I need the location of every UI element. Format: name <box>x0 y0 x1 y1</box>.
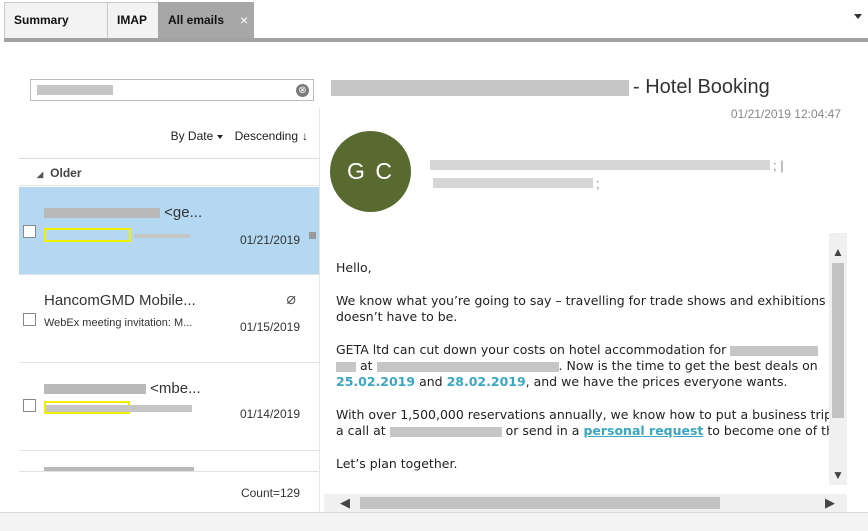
list-item[interactable] <box>19 451 320 472</box>
message-datetime: 01/21/2019 12:04:47 <box>730 107 841 121</box>
personal-request-link[interactable]: personal request <box>583 423 703 438</box>
scroll-thumb[interactable] <box>360 497 720 509</box>
mail-subject: WebEx meeting invitation: M... <box>44 317 193 329</box>
message-count: Count=129 <box>240 486 300 500</box>
body-paragraph: With over 1,500,000 reservations annuall… <box>336 407 847 439</box>
body-line: We know what you’re going to say – trave… <box>336 293 826 308</box>
status-bar <box>0 512 868 531</box>
horizontal-scrollbar[interactable]: ◀ ▶ <box>324 494 847 512</box>
vertical-scrollbar[interactable]: ▲ ▼ <box>829 233 847 485</box>
scroll-up-icon[interactable]: ▲ <box>832 245 844 259</box>
close-icon[interactable]: × <box>240 3 248 37</box>
sender: HancomGMD Mobile... <box>44 292 196 309</box>
tab-imap[interactable]: IMAP <box>107 2 159 38</box>
body-line: doesn’t have to be. <box>336 309 458 324</box>
sender: <ge... <box>44 204 202 221</box>
clear-circle-icon[interactable]: ⊗ <box>296 84 309 97</box>
sender-email-fragment: <mbe... <box>150 380 201 397</box>
list-item[interactable]: HancomGMD Mobile... ⌀ WebEx meeting invi… <box>19 275 320 363</box>
body-text-fragment: , and we have the prices everyone wants. <box>525 374 788 389</box>
body-greeting: Hello, <box>336 260 372 275</box>
body-closing: Let’s plan together. <box>336 456 458 471</box>
cc-separator: ; <box>596 176 600 191</box>
redacted-text <box>331 80 629 96</box>
redacted-text <box>430 160 770 170</box>
tab-label: All emails <box>168 13 225 27</box>
body-line: GETA ltd can cut down your costs on hote… <box>336 342 727 357</box>
redacted-text <box>730 345 819 356</box>
collapse-triangle-icon: ◢ <box>37 170 44 179</box>
mail-date: 01/15/2019 <box>239 320 300 334</box>
sort-by-label: By Date <box>170 129 214 143</box>
body-paragraph: We know what you’re going to say – trave… <box>336 293 847 325</box>
select-checkbox[interactable] <box>23 313 36 326</box>
list-item[interactable]: <mbe... 01/14/2019 <box>19 363 320 451</box>
redacted-text <box>37 85 113 95</box>
redacted-text <box>336 361 356 372</box>
tab-bar: Summary view IMAP All emails × <box>0 0 868 61</box>
caret-down-icon <box>217 134 224 139</box>
message-subject: - Hotel Booking <box>633 76 770 98</box>
redacted-text <box>134 234 190 238</box>
sender-email-fragment: <ge... <box>164 204 203 221</box>
arrow-down-icon: ↓ <box>302 129 308 143</box>
paperclip-icon: ⌀ <box>286 291 296 308</box>
flag-marker[interactable] <box>309 232 316 239</box>
group-header-older[interactable]: ◢ Older <box>19 158 320 186</box>
redacted-text <box>433 178 593 188</box>
redacted-text <box>44 467 194 471</box>
message-body: Hello, We know what you’re going to say … <box>324 233 847 511</box>
body-text-fragment: and <box>419 374 443 389</box>
select-checkbox[interactable] <box>23 225 36 238</box>
select-checkbox[interactable] <box>23 399 36 412</box>
body-text-fragment: . Now is the time to get the best deals … <box>558 358 818 373</box>
sort-controls: By Date Descending ↓ <box>163 129 308 143</box>
mail-list-pane: ⊗ By Date Descending ↓ ◢ Older <ge... 01/2… <box>4 42 320 531</box>
mail-date: 01/21/2019 <box>239 233 300 247</box>
chevron-down-icon[interactable] <box>854 14 862 19</box>
list-item[interactable]: <ge... 01/21/2019 <box>19 187 320 275</box>
body-paragraph: GETA ltd can cut down your costs on hote… <box>336 342 847 390</box>
sort-by-dropdown[interactable]: By Date <box>167 129 224 143</box>
tab-summary-view[interactable]: Summary view <box>4 2 108 61</box>
redacted-text <box>376 361 559 372</box>
redacted-text <box>389 426 502 437</box>
avatar: G C <box>330 131 411 212</box>
tab-all-emails[interactable]: All emails × <box>158 2 254 38</box>
highlight-marker <box>44 228 131 242</box>
sender: <mbe... <box>44 380 201 397</box>
date-link[interactable]: 28.02.2019 <box>447 374 526 389</box>
body-text-fragment: or send in a <box>505 423 580 438</box>
sort-order-label: Descending <box>234 129 298 143</box>
redacted-text <box>46 405 192 412</box>
scroll-right-icon[interactable]: ▶ <box>825 494 835 512</box>
tab-label: IMAP <box>117 13 147 27</box>
body-text-fragment: a call at <box>336 423 386 438</box>
scroll-down-icon[interactable]: ▼ <box>832 468 844 482</box>
group-label: Older <box>50 166 82 180</box>
mail-date: 01/14/2019 <box>239 407 300 421</box>
body-line: With over 1,500,000 reservations annuall… <box>336 407 841 422</box>
redacted-text <box>44 208 160 219</box>
date-link[interactable]: 25.02.2019 <box>336 374 415 389</box>
body-text-fragment: at <box>359 358 373 373</box>
body-text-fragment: to become one of the <box>707 423 842 438</box>
body-text: Hello, We know what you’re going to say … <box>336 260 847 489</box>
scroll-left-icon[interactable]: ◀ <box>340 494 350 512</box>
to-separator: ; | <box>773 158 784 173</box>
sort-order-toggle[interactable]: Descending ↓ <box>231 129 308 143</box>
scroll-thumb[interactable] <box>832 263 844 418</box>
redacted-text <box>44 384 146 395</box>
search-input[interactable]: ⊗ <box>30 79 314 101</box>
